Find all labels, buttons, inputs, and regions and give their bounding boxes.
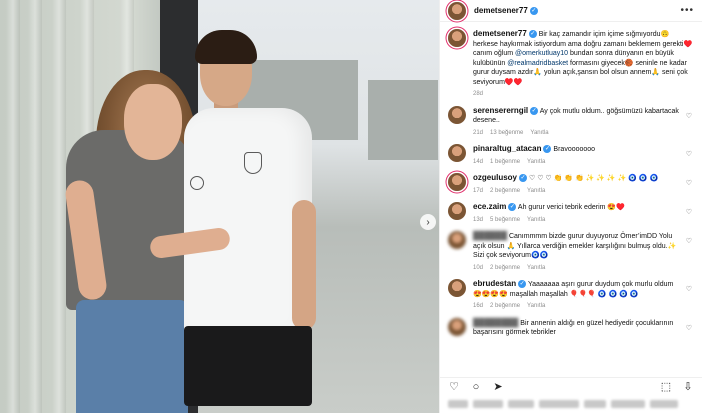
comment-username[interactable]: ebrudestan: [473, 279, 516, 288]
curtain-fold: [52, 0, 66, 413]
like-heart-icon[interactable]: ♡: [686, 285, 692, 293]
comment-item: ece.zaim ✓ Ah gurur verici tebrik ederim …: [448, 202, 694, 225]
blurred-footer: [448, 398, 694, 410]
comment-likes[interactable]: 5 beğenme: [490, 217, 520, 223]
mention-link[interactable]: @omerkutluay10: [515, 50, 568, 57]
carousel-next-button[interactable]: ›: [420, 214, 436, 230]
avatar[interactable]: [448, 317, 466, 336]
boy-shorts: [184, 326, 312, 406]
verified-icon: ✓: [518, 280, 527, 289]
woman-face: [124, 84, 182, 160]
mention-link[interactable]: @realmadridbasket: [507, 60, 568, 67]
comment-item: ████████ Bir annenin aldığı en güzel hed…: [448, 317, 694, 338]
comment-time: 14d: [473, 158, 484, 165]
like-heart-icon[interactable]: ♡: [686, 150, 692, 158]
reply-button[interactable]: Yanıtla: [527, 159, 545, 165]
verified-icon: ✓: [519, 174, 528, 183]
avatar[interactable]: [448, 173, 466, 191]
download-icon[interactable]: ⇩: [682, 380, 694, 393]
share-icon[interactable]: ➤: [492, 380, 504, 393]
comment-username-blurred[interactable]: ████████: [473, 318, 518, 327]
like-heart-icon[interactable]: ♡: [686, 179, 692, 187]
avatar[interactable]: [448, 231, 466, 249]
reply-button[interactable]: Yanıtla: [527, 188, 545, 194]
comment-item: serensererngil ✓ Ay çok mutlu oldum.. göğ…: [448, 105, 694, 139]
avatar[interactable]: [448, 202, 466, 220]
reply-button[interactable]: Yanıtla: [527, 217, 545, 223]
woman-jeans: [76, 300, 188, 413]
like-heart-icon[interactable]: ♡: [448, 380, 460, 393]
comment-username-blurred[interactable]: ██████: [473, 231, 507, 240]
comment-text: Bravooooooo: [553, 146, 596, 153]
like-heart-icon[interactable]: ♡: [686, 112, 692, 120]
reply-button[interactable]: Yanıtla: [527, 303, 545, 309]
post-photo: ›: [0, 0, 439, 413]
verified-icon: ✓: [530, 106, 539, 115]
club-logo-icon: [190, 176, 204, 190]
avatar[interactable]: [448, 144, 466, 162]
comment-time: 17d: [473, 187, 484, 194]
comment-icon[interactable]: ○: [470, 381, 482, 393]
comments-list: demetsener77 ✓ Bir kaç zamandır içim içim…: [440, 23, 702, 377]
boy-arm: [292, 200, 316, 330]
comment-likes[interactable]: 1 beğenme: [490, 159, 520, 165]
caption: demetsener77 ✓ Bir kaç zamandır içim içim…: [448, 29, 694, 100]
comment-likes[interactable]: 13 beğenme: [490, 130, 523, 136]
avatar[interactable]: [448, 1, 466, 20]
bookmark-icon[interactable]: ⬚: [660, 380, 672, 393]
like-heart-icon[interactable]: ♡: [686, 237, 692, 245]
comment-time: 21d: [473, 129, 484, 136]
avatar[interactable]: [448, 105, 466, 124]
post-actions-bar: ♡ ○ ➤ ⬚ ⇩: [440, 377, 702, 395]
verified-icon: ✓: [529, 6, 538, 15]
reply-button[interactable]: Yanıtla: [530, 130, 548, 136]
curtain-fold: [6, 0, 20, 413]
comment-username[interactable]: ozgeulusoy: [473, 173, 517, 182]
verified-icon: ✓: [528, 30, 537, 39]
comment-likes[interactable]: 2 beğenme: [490, 303, 520, 309]
author-username[interactable]: demetsener77: [474, 6, 528, 15]
post-side-panel: demetsener77 ✓ ••• demetsener77 ✓ Bir kaç…: [439, 0, 702, 413]
comment-likes[interactable]: 2 beğenme: [490, 265, 520, 271]
post-header: demetsener77 ✓ •••: [440, 0, 702, 22]
comment-item: ebrudestan ✓ Yaaaaaaa aşırı gurur duydum …: [448, 279, 694, 312]
avatar[interactable]: [448, 279, 466, 297]
comment-likes[interactable]: 2 beğenme: [490, 188, 520, 194]
caption-username[interactable]: demetsener77: [473, 29, 527, 38]
club-crest-icon: [244, 152, 262, 174]
comment-username[interactable]: ece.zaim: [473, 202, 506, 211]
reply-button[interactable]: Yanıtla: [527, 265, 545, 271]
comment-item: ██████ Canımmmm bizde gurur duyuyoruz Öm…: [448, 231, 694, 273]
comment-item: ozgeulusoy ✓ ♡ ♡ ♡ 👏 👏 👏 ✨ ✨ ✨ ✨ 🧿 🧿 🧿 17…: [448, 173, 694, 196]
comment-time: 13d: [473, 216, 484, 223]
comment-text: ♡ ♡ ♡ 👏 👏 👏 ✨ ✨ ✨ ✨ 🧿 🧿 🧿: [528, 175, 659, 182]
like-heart-icon[interactable]: ♡: [686, 208, 692, 216]
background-roof: [368, 80, 438, 160]
comment-time: 10d: [473, 264, 484, 271]
caption-time: 28d: [473, 91, 484, 97]
comment-username[interactable]: serensererngil: [473, 106, 528, 115]
curtain-fold: [28, 0, 42, 413]
comment-username[interactable]: pinaraltug_atacan: [473, 144, 541, 153]
avatar[interactable]: [448, 29, 466, 47]
comment-text: Ah gurur verici tebrik ederim 😍♥️: [517, 204, 625, 211]
verified-icon: ✓: [543, 145, 552, 154]
verified-icon: ✓: [508, 203, 517, 212]
comment-time: 16d: [473, 303, 484, 309]
like-heart-icon[interactable]: ♡: [686, 324, 692, 332]
more-options-icon[interactable]: •••: [680, 5, 694, 16]
comment-item: pinaraltug_atacan ✓ Bravooooooo 14d 1 beğe…: [448, 144, 694, 167]
